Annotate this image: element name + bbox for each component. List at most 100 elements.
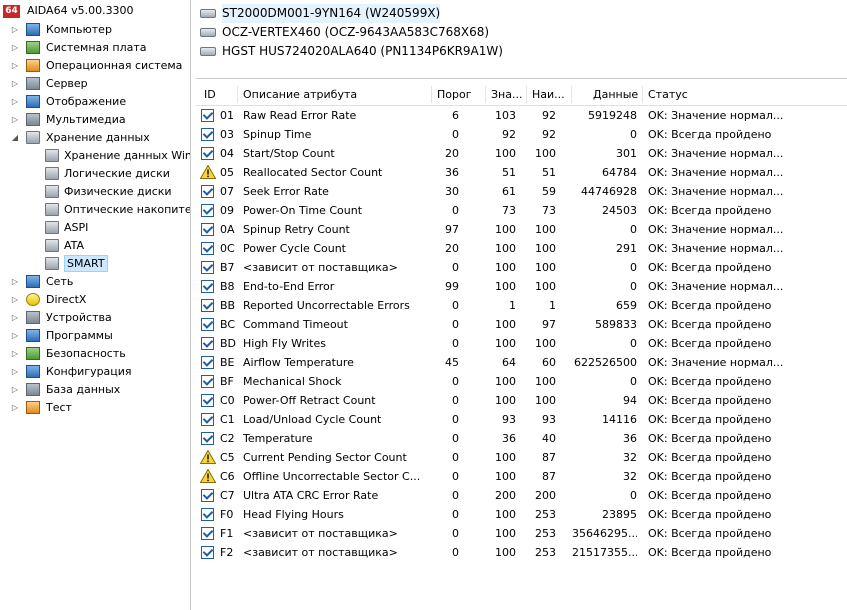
tree-item[interactable]: ▷ Программы [0,327,188,344]
cell-worst: 60 [542,356,556,369]
cell-threshold: 99 [445,280,459,293]
tree-expander-icon[interactable]: ▷ [11,21,19,38]
ok-checkbox-icon [201,356,214,369]
computer-icon [26,23,40,36]
table-row[interactable]: C2 Temperature 0 36 40 36 OK: Всегда пройдено [196,429,847,448]
table-row[interactable]: 04 Start/Stop Count 20 100 100 301 OK: Значени… [196,144,847,163]
table-row[interactable]: C6 Offline Uncorrectable Sector C... 0 100 8… [196,467,847,486]
column-header-threshold[interactable]: Порог [432,84,486,105]
table-row[interactable]: 03 Spinup Time 0 92 92 0 OK: Всегда пройдено [196,125,847,144]
table-row[interactable]: C0 Power-Off Retract Count 0 100 100 94 OK: Вс… [196,391,847,410]
tree-item[interactable]: ▷ Компьютер [0,21,188,38]
table-row[interactable]: BF Mechanical Shock 0 100 100 0 OK: Всегда про… [196,372,847,391]
tree-expander-icon[interactable]: ▷ [11,399,19,416]
cell-data: 0 [630,337,637,350]
cell-data: 659 [616,299,637,312]
cell-worst: 73 [542,204,556,217]
table-row[interactable]: B8 End-to-End Error 99 100 100 0 OK: Значение … [196,277,847,296]
optical-drive-icon [45,203,59,216]
tree-expander-icon[interactable]: ▷ [11,327,19,344]
tree-item[interactable]: ▷ Конфигурация [0,363,188,380]
table-row[interactable]: F2 <зависит от поставщика> 0 100 253 21517355… [196,543,847,562]
tree-root-aida64[interactable]: 64 AIDA64 v5.00.3300 [0,2,188,19]
tree-item[interactable]: ▷ Операционная система [0,57,188,74]
table-row[interactable]: F0 Head Flying Hours 0 100 253 23895 OK: Всегд… [196,505,847,524]
tree-item[interactable]: Хранение данных Win [0,147,190,164]
tree-item[interactable]: ATA [0,237,188,254]
tree-item[interactable]: SMART [0,255,188,272]
cell-description: Airflow Temperature [243,356,354,369]
tree-item[interactable]: ▷ Сеть [0,273,188,290]
cell-data: 94 [623,394,637,407]
tree-item[interactable]: ▷ Отображение [0,93,188,110]
table-row[interactable]: 07 Seek Error Rate 30 61 59 44746928 OK: Значе… [196,182,847,201]
column-header-worst[interactable]: Наи... [527,84,571,105]
table-row[interactable]: F1 <зависит от поставщика> 0 100 253 35646295… [196,524,847,543]
tree-expander-icon[interactable]: ▷ [11,309,19,326]
table-row[interactable]: BD High Fly Writes 0 100 100 0 OK: Всегда прой… [196,334,847,353]
cell-data: 0 [630,280,637,293]
tree-expander-icon[interactable]: ▷ [11,345,19,362]
column-header-id[interactable]: ID [199,84,236,105]
table-row[interactable]: BC Command Timeout 0 100 97 589833 OK: Всегда … [196,315,847,334]
column-header-description[interactable]: Описание атрибута [238,84,431,105]
table-row[interactable]: 0C Power Cycle Count 20 100 100 291 OK: Значен… [196,239,847,258]
tree-expander-icon[interactable]: ▷ [11,363,19,380]
tree-item[interactable]: ▷ Мультимедиа [0,111,188,128]
column-header-status[interactable]: Статус [643,84,843,105]
tree-item[interactable]: ▷ Системная плата [0,39,188,56]
table-row[interactable]: 09 Power-On Time Count 0 73 73 24503 OK: Всегд… [196,201,847,220]
cell-worst: 40 [542,432,556,445]
tree-item[interactable]: ◢ Хранение данных [0,129,188,146]
cell-id: F2 [220,546,234,559]
tree-item-label: Конфигурация [46,365,132,378]
tree-expander-icon[interactable]: ▷ [11,93,19,110]
tree-item[interactable]: ASPI [0,219,188,236]
tree-item[interactable]: Логические диски [0,165,188,182]
table-row[interactable]: C1 Load/Unload Cycle Count 0 93 93 14116 OK: В… [196,410,847,429]
drive-icon [45,185,59,198]
tree-expander-icon[interactable]: ▷ [11,111,19,128]
cell-worst: 253 [535,508,556,521]
tree-expander-icon[interactable]: ▷ [11,273,19,290]
cell-threshold: 20 [445,242,459,255]
tree-item[interactable]: ▷ Безопасность [0,345,188,362]
warning-icon [200,469,216,483]
hard-drive-icon [200,47,216,56]
tree-expander-icon[interactable]: ▷ [11,57,19,74]
tree-item[interactable]: ▷ База данных [0,381,188,398]
column-header-value[interactable]: Зна... [486,84,526,105]
ok-checkbox-icon [201,128,214,141]
cell-threshold: 0 [452,451,459,464]
table-row[interactable]: C5 Current Pending Sector Count 0 100 87 32 OK… [196,448,847,467]
hard-drive-icon [200,9,216,18]
tree-item[interactable]: ▷ DirectX [0,291,188,308]
tree-item[interactable]: ▷ Устройства [0,309,188,326]
cell-worst: 100 [535,337,556,350]
cell-id: BC [220,318,236,331]
cell-data: 0 [630,489,637,502]
tree-expander-icon[interactable]: ◢ [11,129,19,146]
tree-expander-icon[interactable]: ▷ [11,381,19,398]
navigation-tree: 64 AIDA64 v5.00.3300 ▷ Компьютер ▷ Системна… [0,0,191,610]
cell-status: OK: Значение нормал... [648,147,784,160]
cell-value: 100 [495,508,516,521]
table-row[interactable]: 05 Reallocated Sector Count 36 51 51 64784 OK:… [196,163,847,182]
column-header-data[interactable]: Данные [588,84,642,105]
tree-item[interactable]: Физические диски [0,183,188,200]
smart-attributes-table: ID Описание атрибута Порог Зна... Наи...… [196,84,847,610]
table-row[interactable]: B7 <зависит от поставщика> 0 100 100 0 OK: Все… [196,258,847,277]
tree-item[interactable]: Оптические накопите [0,201,190,218]
table-row[interactable]: BE Airflow Temperature 45 64 60 622526500 OK: … [196,353,847,372]
tree-expander-icon[interactable]: ▷ [11,75,19,92]
tree-expander-icon[interactable]: ▷ [11,291,19,308]
table-row[interactable]: 0A Spinup Retry Count 97 100 100 0 OK: Значени… [196,220,847,239]
table-row[interactable]: C7 Ultra ATA CRC Error Rate 0 200 200 0 OK: Вс… [196,486,847,505]
tree-expander-icon[interactable]: ▷ [11,39,19,56]
tree-item[interactable]: ▷ Сервер [0,75,188,92]
tree-item-label: Системная плата [46,41,147,54]
table-row[interactable]: BB Reported Uncorrectable Errors 0 1 1 659 OK:… [196,296,847,315]
tree-item[interactable]: ▷ Тест [0,399,188,416]
table-row[interactable]: 01 Raw Read Error Rate 6 103 92 5919248 OK: Зн… [196,106,847,125]
cell-status: OK: Значение нормал... [648,356,784,369]
